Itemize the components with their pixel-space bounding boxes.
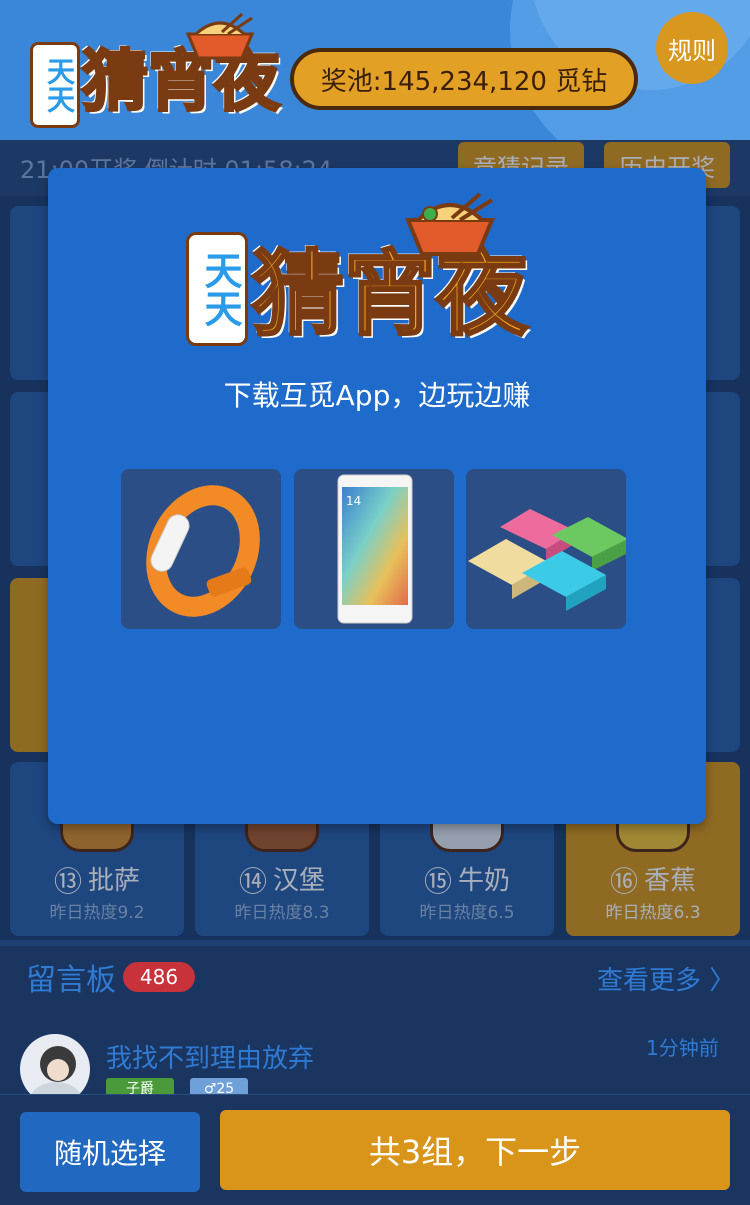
noodle-bowl-icon (405, 192, 495, 256)
prize-pool-banner: 奖池:145,234,120 觅钻 (290, 48, 638, 110)
rules-button[interactable]: 规则 (656, 12, 728, 84)
next-step-button[interactable]: 共3组，下一步 (220, 1110, 730, 1190)
modal-logo: 天天 猜宵夜 (186, 192, 566, 362)
message-time: 1分钟前 (646, 1036, 719, 1060)
smart-band-icon (146, 485, 260, 617)
download-app-modal: 天天 猜宵夜 下载互觅App，边玩边赚 14 (48, 168, 706, 824)
noodle-bowl-icon (185, 12, 255, 60)
power-bank-icon (468, 509, 626, 611)
random-select-button[interactable]: 随机选择 (20, 1112, 200, 1192)
message-count-badge: 486 (123, 962, 195, 992)
prize-power-banks (466, 469, 626, 629)
chevron-right-icon: 〉 (709, 966, 736, 996)
modal-logo-small-text: 天天 (186, 232, 248, 346)
prize-smart-band (121, 469, 281, 629)
view-more-label: 查看更多 (597, 966, 702, 996)
prize-smartphone: 14 (294, 469, 454, 629)
message-username[interactable]: 我找不到理由放弃 (106, 1038, 314, 1075)
app-logo: 天天 猜宵夜 (22, 12, 302, 132)
view-more-link[interactable]: 查看更多 〉 (597, 960, 735, 997)
modal-tagline: 下载互觅App，边玩边赚 (223, 379, 531, 412)
smartphone-icon: 14 (337, 474, 413, 624)
message-board-title: 留言板 (26, 963, 116, 998)
phone-clock-text: 14 (346, 494, 361, 508)
logo-small-text: 天天 (30, 42, 80, 128)
